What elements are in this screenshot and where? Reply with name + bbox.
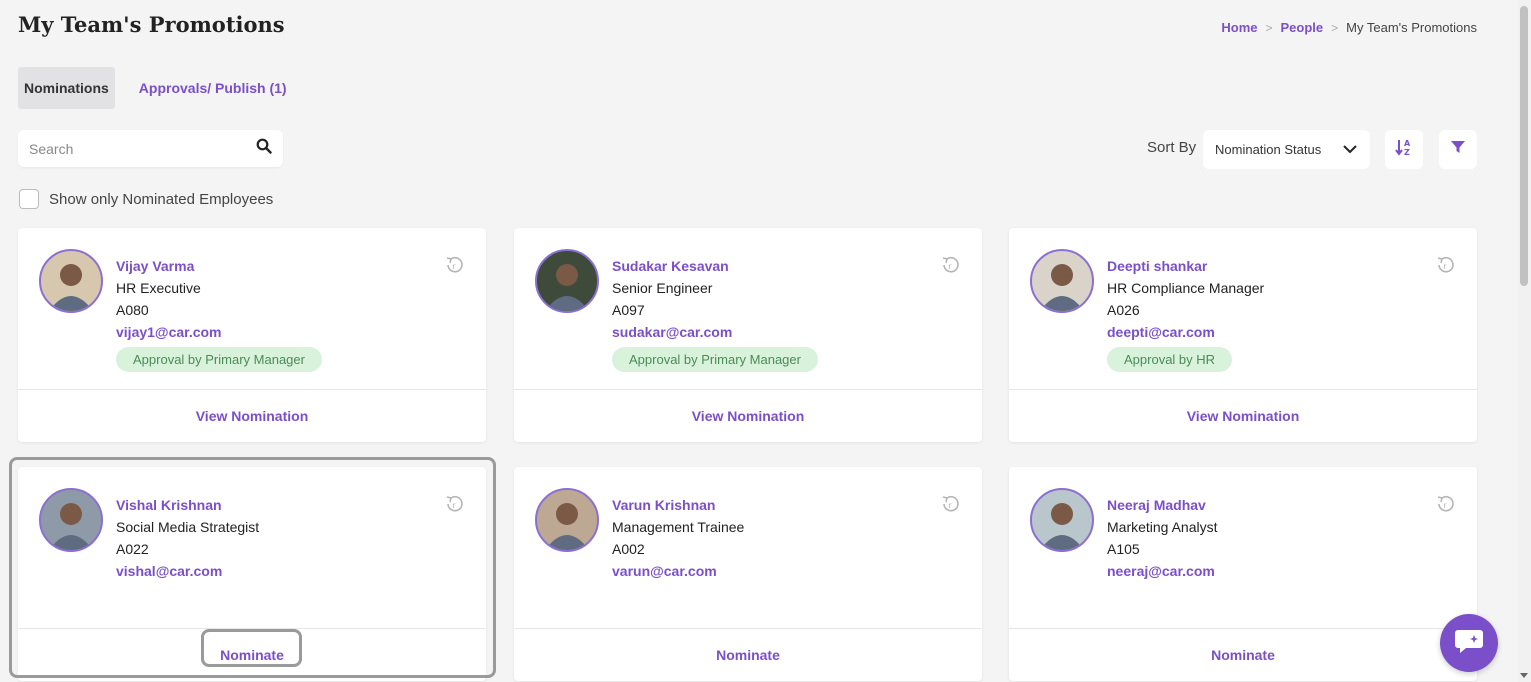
employee-name[interactable]: Sudakar Kesavan [612, 255, 818, 277]
tab-bar: Nominations Approvals/ Publish (1) [18, 67, 301, 109]
breadcrumb-separator: > [1331, 20, 1339, 35]
status-badge: Approval by HR [1107, 347, 1233, 372]
employee-info: Neeraj Madhav Marketing Analyst A105 nee… [1107, 494, 1218, 582]
show-nominated-filter[interactable]: Show only Nominated Employees [19, 189, 273, 209]
employee-card: Varun Krishnan Management Trainee A002 v… [514, 467, 982, 681]
nominate-button[interactable]: Nominate [1211, 647, 1275, 663]
employee-email[interactable]: neeraj@car.com [1107, 560, 1218, 582]
sort-order-button[interactable]: AZ [1385, 130, 1423, 169]
employee-role: Marketing Analyst [1107, 519, 1218, 535]
tab-nominations[interactable]: Nominations [18, 67, 115, 109]
employee-email[interactable]: deepti@car.com [1107, 321, 1264, 343]
card-footer: View Nomination [514, 389, 982, 442]
scroll-down-arrow[interactable] [1520, 673, 1528, 678]
view-nomination-button[interactable]: View Nomination [196, 408, 309, 424]
sort-label: Sort By [1147, 139, 1197, 156]
history-icon[interactable]: r [940, 493, 962, 520]
employee-code: A002 [612, 541, 645, 557]
avatar [1030, 488, 1094, 552]
breadcrumb: Home > People > My Team's Promotions [1221, 20, 1477, 35]
employee-code: A026 [1107, 302, 1140, 318]
employee-card: Vijay Varma HR Executive A080 vijay1@car… [18, 228, 486, 442]
breadcrumb-current: My Team's Promotions [1346, 20, 1477, 35]
employee-info: Deepti shankar HR Compliance Manager A02… [1107, 255, 1264, 372]
history-icon[interactable]: r [444, 254, 466, 281]
employee-card: Neeraj Madhav Marketing Analyst A105 nee… [1009, 467, 1477, 681]
employee-name[interactable]: Deepti shankar [1107, 255, 1264, 277]
breadcrumb-separator: > [1265, 20, 1273, 35]
employee-info: Varun Krishnan Management Trainee A002 v… [612, 494, 744, 582]
employee-code: A105 [1107, 541, 1140, 557]
chevron-down-icon [1342, 142, 1358, 157]
svg-text:Z: Z [1404, 148, 1410, 157]
employee-role: Management Trainee [612, 519, 745, 535]
sort-select[interactable]: Nomination Status [1203, 130, 1370, 169]
nominate-button[interactable]: Nominate [716, 647, 780, 663]
employee-email[interactable]: varun@car.com [612, 560, 744, 582]
svg-text:r: r [452, 262, 456, 271]
employee-card: Deepti shankar HR Compliance Manager A02… [1009, 228, 1477, 442]
avatar [1030, 249, 1094, 313]
svg-text:r: r [948, 262, 952, 271]
employee-role: HR Executive [116, 280, 201, 296]
view-nomination-button[interactable]: View Nomination [692, 408, 805, 424]
search-input[interactable] [29, 140, 229, 157]
scrollbar[interactable] [1517, 0, 1531, 682]
status-badge: Approval by Primary Manager [612, 347, 818, 372]
page-title: My Team's Promotions [18, 12, 285, 37]
history-icon[interactable]: r [1435, 254, 1457, 281]
employee-code: A080 [116, 302, 149, 318]
employee-code: A097 [612, 302, 645, 318]
employee-name[interactable]: Vijay Varma [116, 255, 322, 277]
view-nomination-button[interactable]: View Nomination [1187, 408, 1300, 424]
employee-email[interactable]: vijay1@car.com [116, 321, 322, 343]
svg-text:r: r [948, 501, 952, 510]
sort-select-value: Nomination Status [1215, 142, 1322, 157]
svg-text:A: A [1404, 139, 1411, 148]
card-footer: Nominate [1009, 628, 1477, 681]
sort-az-icon: AZ [1395, 137, 1413, 162]
filter-button[interactable] [1439, 130, 1477, 169]
employee-role: HR Compliance Manager [1107, 280, 1265, 296]
card-footer: View Nomination [18, 389, 486, 442]
tab-approvals-publish[interactable]: Approvals/ Publish (1) [125, 67, 301, 109]
avatar [39, 249, 103, 313]
employee-name[interactable]: Varun Krishnan [612, 494, 744, 516]
employee-info: Vijay Varma HR Executive A080 vijay1@car… [116, 255, 322, 372]
avatar [535, 249, 599, 313]
history-icon[interactable]: r [1435, 493, 1457, 520]
filter-icon [1451, 140, 1465, 159]
highlight-nominate-button-frame [201, 629, 302, 667]
avatar [535, 488, 599, 552]
history-icon[interactable]: r [940, 254, 962, 281]
card-footer: Nominate [514, 628, 982, 681]
svg-text:r: r [1443, 262, 1447, 271]
breadcrumb-people-link[interactable]: People [1281, 20, 1324, 35]
chat-icon [1454, 627, 1484, 660]
status-badge: Approval by Primary Manager [116, 347, 322, 372]
employee-email[interactable]: sudakar@car.com [612, 321, 818, 343]
employee-name[interactable]: Neeraj Madhav [1107, 494, 1218, 516]
search-icon[interactable] [256, 138, 272, 159]
search-box [18, 130, 283, 167]
scrollbar-thumb[interactable] [1520, 6, 1528, 286]
show-nominated-label: Show only Nominated Employees [49, 190, 274, 208]
employee-info: Sudakar Kesavan Senior Engineer A097 sud… [612, 255, 818, 372]
svg-text:r: r [1443, 501, 1447, 510]
employee-role: Senior Engineer [612, 280, 713, 296]
breadcrumb-home-link[interactable]: Home [1221, 20, 1257, 35]
chat-button[interactable] [1440, 614, 1498, 672]
show-nominated-checkbox[interactable] [19, 189, 39, 209]
employee-card: Sudakar Kesavan Senior Engineer A097 sud… [514, 228, 982, 442]
card-footer: View Nomination [1009, 389, 1477, 442]
